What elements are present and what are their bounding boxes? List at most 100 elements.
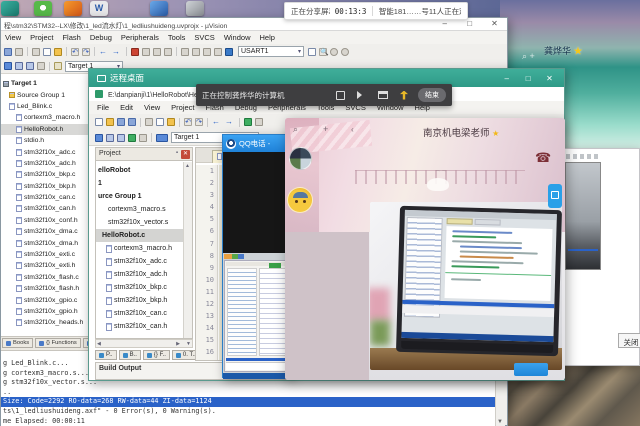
debug-icon[interactable] <box>95 134 103 142</box>
tree-item[interactable]: 1 <box>96 177 184 190</box>
tree-item[interactable]: stm32f10x_gpio.c <box>1 294 96 305</box>
avatar-photo[interactable] <box>289 147 312 170</box>
chat-add-icon[interactable]: + <box>323 124 328 134</box>
panel-tab[interactable]: Books <box>2 338 33 348</box>
menu-item[interactable]: SVCS <box>194 33 214 42</box>
tree-item[interactable]: stm32f10x_flash.h <box>1 283 96 294</box>
menu-item[interactable]: Help <box>260 33 275 42</box>
tree-item[interactable]: stm32f10x_bkp.c <box>1 169 96 180</box>
tree-item[interactable]: stm32f10x_exti.h <box>1 260 96 271</box>
pin-icon[interactable]: ▪ <box>176 150 178 156</box>
viewer-photo-thumbnail[interactable] <box>565 162 601 270</box>
panel-tab[interactable]: B.. <box>119 350 141 360</box>
menu-item[interactable]: Debug <box>90 33 112 42</box>
tree-item[interactable]: stm32f10x_dma.c <box>1 226 96 237</box>
menu-item[interactable]: Peripherals <box>121 33 159 42</box>
menu-item[interactable]: Project <box>30 33 53 42</box>
save-all-icon[interactable] <box>128 118 136 126</box>
desktop-icon-orange-app[interactable] <box>64 1 82 16</box>
build-icon[interactable] <box>15 62 23 70</box>
tree-item[interactable]: stm32f10x_can.h <box>1 203 96 214</box>
panel-tab[interactable]: {} Functions <box>35 338 81 348</box>
scroll-up-icon[interactable]: ▲ <box>185 163 190 169</box>
send-button[interactable] <box>514 363 548 376</box>
project-hscrollbar[interactable]: ◀ ▶ ▼ <box>95 339 193 348</box>
bookmark-next-icon[interactable] <box>153 48 161 56</box>
tree-item[interactable]: stm32f10x_heads.h <box>1 317 96 328</box>
outdent-icon[interactable] <box>192 48 200 56</box>
tree-item[interactable]: stm32f10x_adc.h <box>96 268 184 281</box>
configure-icon[interactable] <box>225 48 233 56</box>
bookmark-icon[interactable] <box>244 118 252 126</box>
menu-item[interactable]: View <box>144 103 160 112</box>
tree-item[interactable]: HelloRobot.h <box>1 124 96 135</box>
comment-icon[interactable] <box>203 48 211 56</box>
close-panel-icon[interactable]: ✕ <box>181 150 190 159</box>
tree-item[interactable]: stdio.h <box>1 135 96 146</box>
nav-forward-icon[interactable]: → <box>112 48 122 56</box>
close-icon[interactable]: ✕ <box>488 19 501 28</box>
copy-icon[interactable] <box>156 118 164 126</box>
phone-call-icon[interactable]: ☎ <box>535 151 551 166</box>
open-icon[interactable] <box>106 118 114 126</box>
minimize-icon[interactable]: – <box>438 19 451 28</box>
batch-build-icon[interactable] <box>128 134 136 142</box>
nav-back-icon[interactable]: ← <box>99 48 109 56</box>
redo-icon[interactable]: ↷ <box>195 118 203 126</box>
build-icon[interactable] <box>106 134 114 142</box>
search-icon[interactable]: ⌕ + <box>522 51 535 62</box>
indent-icon[interactable] <box>181 48 189 56</box>
find-in-files-icon[interactable]: 🔍 <box>319 48 327 56</box>
tree-item[interactable]: HelloRobot.c <box>96 229 184 242</box>
tree-item[interactable]: stm32f10x_bkp.h <box>96 294 184 307</box>
tree-item[interactable]: stm32f10x_adc.h <box>1 158 96 169</box>
tree-item[interactable]: cortexm3_macro.h <box>1 112 96 123</box>
save-icon[interactable] <box>117 118 125 126</box>
desktop-icon-teal[interactable] <box>1 1 19 16</box>
target-options-icon[interactable] <box>54 62 62 70</box>
save-icon[interactable] <box>4 48 12 56</box>
menu-item[interactable]: View <box>5 33 21 42</box>
fullscreen-icon[interactable] <box>336 91 345 100</box>
tree-item[interactable]: stm32f10x_exti.c <box>1 249 96 260</box>
tree-item[interactable]: stm32f10x_can.c <box>1 192 96 203</box>
bookmark-clear-icon[interactable] <box>164 48 172 56</box>
maximize-icon[interactable]: □ <box>463 19 476 28</box>
scroll-right-icon[interactable]: ▶ <box>176 341 180 347</box>
close-button[interactable]: 关闭 <box>618 333 640 348</box>
stop-build-icon[interactable] <box>139 134 147 142</box>
menu-item[interactable]: Window <box>224 33 251 42</box>
screen-share-preview[interactable] <box>223 253 291 379</box>
redo-icon[interactable]: ↷ <box>82 48 90 56</box>
rebuild-icon[interactable] <box>117 134 125 142</box>
tree-item[interactable]: stm32f10x_bkp.c <box>96 281 184 294</box>
new-file-icon[interactable] <box>95 118 103 126</box>
copy-icon[interactable] <box>43 48 51 56</box>
tree-item[interactable]: Source Group 1 <box>1 89 96 100</box>
help-doc-icon[interactable] <box>308 48 316 56</box>
undo-icon[interactable]: ↶ <box>184 118 192 126</box>
nav-back-icon[interactable]: ← <box>212 118 222 126</box>
panel-tab[interactable]: P.. <box>95 350 117 360</box>
print-icon[interactable] <box>15 48 23 56</box>
tree-item[interactable]: stm32f10x_can.c <box>96 307 184 320</box>
photo-message[interactable] <box>370 202 562 370</box>
window-toggle-icon[interactable] <box>378 91 388 99</box>
desktop-icon-green-app[interactable] <box>34 1 52 16</box>
tree-item[interactable]: cortexm3_macro.s <box>96 203 184 216</box>
word-icon[interactable]: W <box>90 1 108 16</box>
circle-icon-2[interactable] <box>341 48 349 56</box>
project-tree-scrollbar[interactable]: ▲ <box>183 162 192 338</box>
nav-forward-icon[interactable]: → <box>225 118 235 126</box>
tree-item[interactable]: stm32f10x_flash.c <box>1 272 96 283</box>
speaker-icon[interactable] <box>357 91 366 99</box>
menu-item[interactable]: File <box>97 103 109 112</box>
paste-icon[interactable] <box>167 118 175 126</box>
tree-item[interactable]: stm32f10x_vector.s <box>96 216 184 229</box>
menu-item[interactable]: Edit <box>120 103 133 112</box>
download-icon[interactable] <box>4 62 12 70</box>
minimize-icon[interactable]: – <box>500 74 513 83</box>
rebuild-icon[interactable] <box>26 62 34 70</box>
tree-item[interactable]: elloRobot <box>96 164 184 177</box>
network-signal-icon[interactable] <box>400 91 408 100</box>
